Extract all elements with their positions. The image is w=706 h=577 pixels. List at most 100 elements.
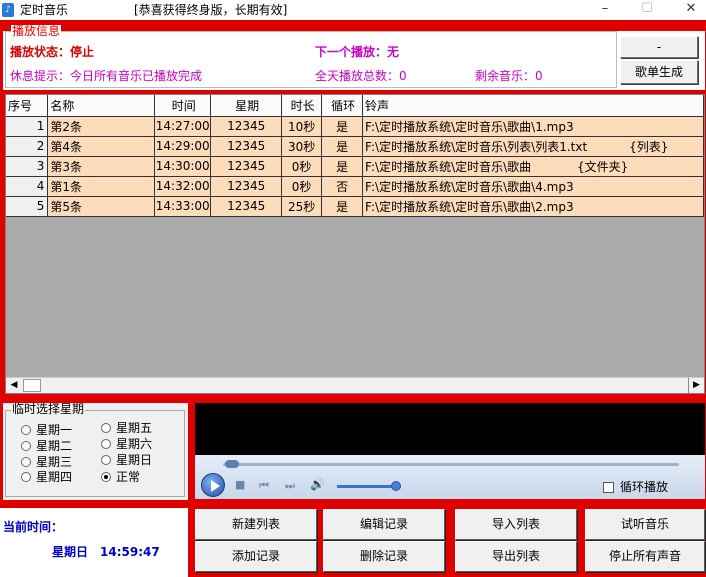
col-header-loop[interactable]: 循环 bbox=[321, 95, 364, 117]
dash-button[interactable]: - bbox=[620, 36, 698, 58]
radio-thursday[interactable]: 星期四 bbox=[21, 468, 72, 485]
col-header-ringtone[interactable]: 铃声 bbox=[362, 95, 704, 117]
cell-index: 3 bbox=[6, 156, 49, 177]
cell-time: 14:32:00 bbox=[154, 176, 212, 197]
radio-friday[interactable]: 星期五 bbox=[101, 419, 152, 436]
scroll-thumb[interactable] bbox=[23, 379, 41, 392]
loop-play-checkbox[interactable]: 循环播放 bbox=[603, 478, 668, 495]
table-row[interactable]: 3 第3条 14:30:00 12345 0秒 是 F:\定时播放系统\定时音乐… bbox=[6, 156, 704, 177]
table-row[interactable]: 4 第1条 14:32:00 12345 0秒 否 F:\定时播放系统\定时音乐… bbox=[6, 176, 704, 197]
skip-forward-icon[interactable]: ⏭ bbox=[285, 479, 295, 493]
radio-dot bbox=[21, 472, 31, 482]
stop-icon[interactable]: ■ bbox=[235, 478, 245, 491]
radio-dot bbox=[21, 441, 31, 451]
cell-index: 4 bbox=[6, 176, 49, 197]
import-list-button[interactable]: 导入列表 bbox=[455, 509, 577, 540]
delete-record-button[interactable]: 删除记录 bbox=[323, 541, 445, 572]
app-title: 定时音乐 bbox=[20, 3, 69, 17]
current-day: 星期日 bbox=[52, 545, 89, 559]
rest-tip: 休息提示：今日所有音乐已播放完成 bbox=[10, 69, 203, 83]
schedule-table: 序号 名称 时间 星期 时长 循环 铃声 1 第2条 14:27:00 1234… bbox=[6, 95, 704, 217]
radio-sunday[interactable]: 星期日 bbox=[101, 451, 152, 468]
table-row[interactable]: 5 第5条 14:33:00 12345 25秒 是 F:\定时播放系统\定时音… bbox=[6, 196, 704, 217]
cell-index: 5 bbox=[6, 196, 49, 217]
export-list-button[interactable]: 导出列表 bbox=[455, 541, 577, 572]
generate-playlist-button[interactable]: 歌单生成 bbox=[620, 60, 698, 84]
radio-dot bbox=[21, 457, 31, 467]
radio-dot-selected bbox=[101, 472, 111, 482]
current-time-label: 当前时间： bbox=[3, 520, 64, 534]
col-header-index[interactable]: 序号 bbox=[6, 95, 49, 117]
table-row[interactable]: 1 第2条 14:27:00 12345 10秒 是 F:\定时播放系统\定时音… bbox=[6, 116, 704, 137]
table-header-row: 序号 名称 时间 星期 时长 循环 铃声 bbox=[6, 95, 704, 117]
radio-dot bbox=[101, 455, 111, 465]
cell-duration: 0秒 bbox=[281, 156, 323, 177]
preview-music-button[interactable]: 试听音乐 bbox=[585, 509, 705, 540]
total-plays: 全天播放总数：0 bbox=[315, 69, 407, 83]
play-status: 播放状态：停止 bbox=[10, 45, 95, 59]
license-banner: [恭喜获得终身版，长期有效] bbox=[134, 3, 288, 17]
scroll-left-icon[interactable]: ◀ bbox=[6, 378, 22, 393]
cell-path: F:\定时播放系统\定时音乐\歌曲\4.mp3 bbox=[362, 176, 704, 197]
playback-info-panel: 播放信息 播放状态：停止 下一个播放：无 休息提示：今日所有音乐已播放完成 全天… bbox=[3, 25, 705, 90]
close-button[interactable]: ✕ bbox=[676, 0, 706, 20]
cell-duration: 0秒 bbox=[281, 176, 323, 197]
cell-time: 14:27:00 bbox=[154, 116, 212, 137]
current-clock: 14:59:47 bbox=[100, 545, 160, 559]
cell-duration: 30秒 bbox=[281, 136, 323, 157]
cell-index: 1 bbox=[6, 116, 49, 137]
cell-name: 第5条 bbox=[47, 196, 156, 217]
cell-path: F:\定时播放系统\定时音乐\歌曲\2.mp3 bbox=[362, 196, 704, 217]
cell-index: 2 bbox=[6, 136, 49, 157]
table-row[interactable]: 2 第4条 14:29:00 12345 30秒 是 F:\定时播放系统\定时音… bbox=[6, 136, 704, 157]
radio-label: 星期二 bbox=[36, 439, 73, 453]
radio-monday[interactable]: 星期一 bbox=[21, 421, 72, 438]
radio-dot bbox=[21, 425, 31, 435]
cell-loop: 是 bbox=[321, 136, 364, 157]
cell-loop: 否 bbox=[321, 176, 364, 197]
maximize-button[interactable]: ☐ bbox=[632, 0, 662, 20]
col-header-name[interactable]: 名称 bbox=[47, 95, 156, 117]
schedule-grid[interactable]: 序号 名称 时间 星期 时长 循环 铃声 1 第2条 14:27:00 1234… bbox=[5, 94, 705, 394]
seek-bar[interactable] bbox=[223, 463, 679, 466]
cell-name: 第2条 bbox=[47, 116, 156, 137]
scroll-right-icon[interactable]: ▶ bbox=[688, 378, 704, 393]
cell-name: 第4条 bbox=[47, 136, 156, 157]
new-list-button[interactable]: 新建列表 bbox=[195, 509, 317, 540]
radio-label: 星期五 bbox=[116, 421, 153, 435]
cell-week: 12345 bbox=[210, 156, 283, 177]
cell-time: 14:29:00 bbox=[154, 136, 212, 157]
radio-tuesday[interactable]: 星期二 bbox=[21, 437, 72, 454]
loop-play-label: 循环播放 bbox=[620, 480, 669, 494]
radio-label: 星期六 bbox=[116, 437, 153, 451]
cell-path: F:\定时播放系统\定时音乐\列表\列表1.txt {列表} bbox=[362, 136, 704, 157]
cell-name: 第1条 bbox=[47, 176, 156, 197]
edit-record-button[interactable]: 编辑记录 bbox=[323, 509, 445, 540]
cell-duration: 10秒 bbox=[281, 116, 323, 137]
stop-all-sounds-button[interactable]: 停止所有声音 bbox=[585, 541, 705, 572]
minimize-button[interactable]: – bbox=[590, 0, 620, 20]
seek-knob[interactable] bbox=[225, 460, 239, 468]
radio-label: 星期一 bbox=[36, 423, 73, 437]
volume-icon[interactable]: 🔊 bbox=[310, 477, 325, 491]
cell-week: 12345 bbox=[210, 136, 283, 157]
col-header-time[interactable]: 时间 bbox=[154, 95, 212, 117]
radio-dot bbox=[101, 439, 111, 449]
radio-label: 星期四 bbox=[36, 470, 73, 484]
playback-info-legend: 播放信息 bbox=[11, 24, 62, 38]
player-control-bar: ■ ⏮ ⏭ 🔊 循环播放 bbox=[195, 455, 705, 499]
current-time-value: 星期日 14:59:47 bbox=[52, 543, 172, 560]
volume-knob[interactable] bbox=[391, 481, 401, 491]
media-player[interactable]: ■ ⏮ ⏭ 🔊 循环播放 bbox=[195, 403, 705, 499]
col-header-week[interactable]: 星期 bbox=[210, 95, 283, 117]
cell-week: 12345 bbox=[210, 116, 283, 137]
radio-saturday[interactable]: 星期六 bbox=[101, 435, 152, 452]
next-play: 下一个播放：无 bbox=[315, 45, 400, 59]
horizontal-scrollbar[interactable]: ◀ ▶ bbox=[6, 377, 704, 393]
radio-normal[interactable]: 正常 bbox=[101, 468, 140, 485]
col-header-duration[interactable]: 时长 bbox=[281, 95, 323, 117]
skip-back-icon[interactable]: ⏮ bbox=[259, 479, 269, 493]
add-record-button[interactable]: 添加记录 bbox=[195, 541, 317, 572]
current-time-panel: 当前时间： 星期日 14:59:47 bbox=[0, 508, 188, 577]
play-icon[interactable] bbox=[201, 473, 225, 497]
